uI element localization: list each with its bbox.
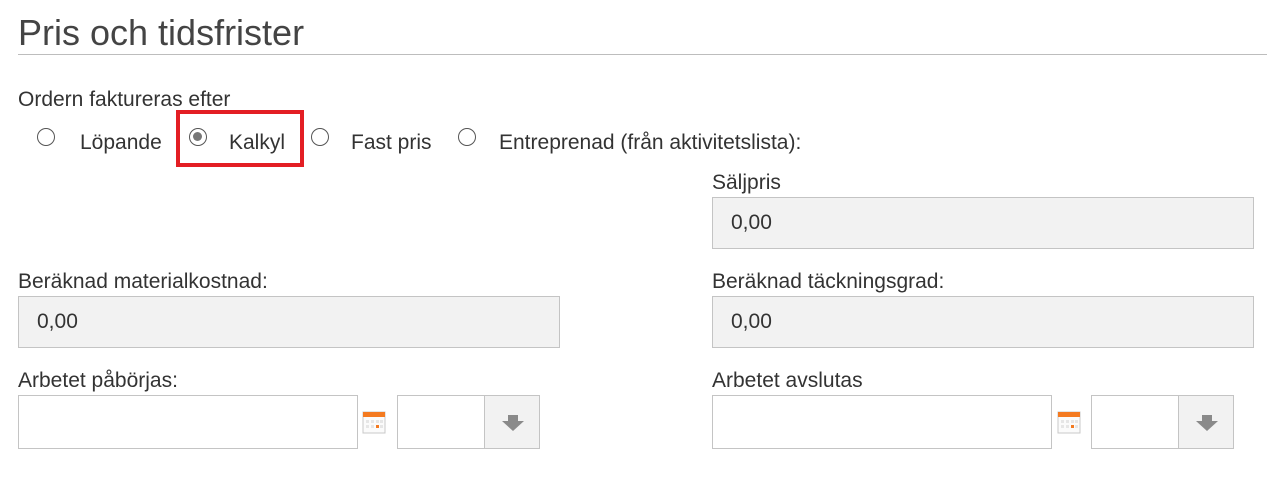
calendar-icon[interactable] xyxy=(1057,410,1081,434)
materialkostnad-field: 0,00 xyxy=(18,296,560,348)
end-date-input[interactable] xyxy=(712,395,1052,449)
radio-entreprenad-label[interactable]: Entreprenad (från aktivitetslista): xyxy=(499,131,801,155)
selection-highlight-box xyxy=(176,110,304,167)
end-label: Arbetet avslutas xyxy=(712,369,863,392)
radio-fast-pris-label[interactable]: Fast pris xyxy=(351,131,432,155)
radio-lopande-label[interactable]: Löpande xyxy=(80,131,162,155)
chevron-down-icon xyxy=(1196,415,1218,431)
section-title: Pris och tidsfrister xyxy=(18,12,305,53)
start-time-dropdown-button[interactable] xyxy=(484,395,540,449)
start-date-input[interactable] xyxy=(18,395,358,449)
radio-fast-pris[interactable] xyxy=(311,128,329,146)
radio-lopande[interactable] xyxy=(37,128,55,146)
materialkostnad-label: Beräknad materialkostnad: xyxy=(18,270,268,293)
billing-label: Ordern faktureras efter xyxy=(18,88,231,111)
title-divider xyxy=(18,54,1267,55)
chevron-down-icon xyxy=(502,415,524,431)
end-time-input[interactable] xyxy=(1091,395,1179,449)
tackningsgrad-field: 0,00 xyxy=(712,296,1254,348)
start-time-input[interactable] xyxy=(397,395,485,449)
start-label: Arbetet påbörjas: xyxy=(18,369,178,392)
saljpris-label: Säljpris xyxy=(712,171,781,194)
calendar-icon[interactable] xyxy=(362,410,386,434)
end-time-dropdown-button[interactable] xyxy=(1178,395,1234,449)
tackningsgrad-label: Beräknad täckningsgrad: xyxy=(712,270,945,293)
radio-entreprenad[interactable] xyxy=(458,128,476,146)
saljpris-field: 0,00 xyxy=(712,197,1254,249)
